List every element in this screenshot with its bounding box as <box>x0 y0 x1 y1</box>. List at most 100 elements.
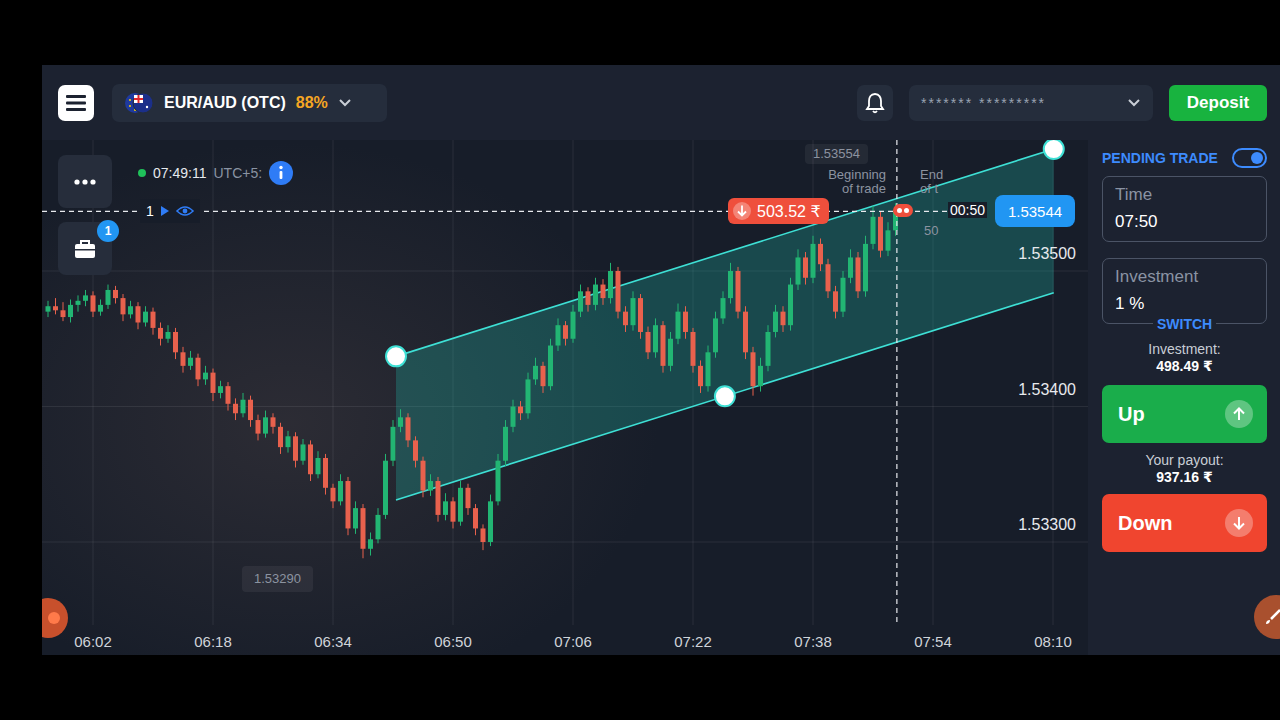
candle <box>473 504 478 535</box>
candle <box>878 211 883 257</box>
candle <box>308 440 313 481</box>
notifications-button[interactable] <box>857 85 893 121</box>
candle <box>556 318 561 351</box>
candle <box>458 481 463 526</box>
candle <box>233 398 238 420</box>
eye-icon[interactable] <box>176 205 194 217</box>
marker-dot <box>897 208 902 213</box>
candle <box>653 318 658 357</box>
candle <box>83 290 88 306</box>
trade-marker <box>893 204 913 217</box>
low-price-label: 1.53290 <box>242 566 313 592</box>
time-tick: 07:38 <box>785 633 841 650</box>
account-balance: ******* ********* <box>921 95 1046 111</box>
candle <box>571 305 576 343</box>
price-tick: 1.53500 <box>1018 245 1076 263</box>
candle <box>151 308 156 335</box>
investment-summary-label: Investment: <box>1102 341 1267 358</box>
time-field[interactable]: Time 07:50 <box>1102 176 1267 242</box>
menu-button[interactable] <box>58 85 94 121</box>
open-trades-button[interactable]: 1 <box>58 222 112 275</box>
asset-selector[interactable]: EUR/AUD (OTC) 88% <box>112 84 387 122</box>
left-letterbox <box>0 65 42 655</box>
candle <box>53 298 58 314</box>
record-icon <box>48 612 60 624</box>
candle <box>623 306 628 332</box>
candle <box>263 411 268 438</box>
account-selector[interactable]: ******* ********* <box>909 85 1153 121</box>
hover-price-label: 1.53554 <box>805 144 868 164</box>
down-label: Down <box>1118 512 1172 535</box>
candle <box>863 236 868 297</box>
candle <box>676 304 681 345</box>
candle <box>773 305 778 338</box>
grid-line <box>93 140 94 625</box>
trade-line-label[interactable]: 1 <box>140 199 200 223</box>
candle <box>181 347 186 373</box>
candle <box>518 401 523 420</box>
candle <box>203 366 208 385</box>
candle <box>98 299 103 315</box>
candle <box>758 358 763 392</box>
candle <box>533 358 538 385</box>
candle <box>593 278 598 311</box>
channel-handle[interactable] <box>1044 140 1064 159</box>
candle <box>353 501 358 534</box>
candle <box>331 484 336 508</box>
candle <box>488 495 493 546</box>
trade-end-seconds: 50 <box>924 224 938 238</box>
candle <box>293 432 298 467</box>
candle <box>68 299 73 322</box>
candle <box>443 493 448 520</box>
time-tick: 06:34 <box>305 633 361 650</box>
time-tick: 07:22 <box>665 633 721 650</box>
more-button[interactable] <box>58 155 112 208</box>
down-button[interactable]: Down <box>1102 494 1267 552</box>
clock-row: 07:49:11 UTC+5: <box>138 161 293 185</box>
trade-line-number: 1 <box>146 203 154 219</box>
candle <box>743 306 748 359</box>
chevron-down-icon <box>1127 98 1141 108</box>
channel-fill <box>396 149 1054 500</box>
candle <box>413 436 418 467</box>
candle <box>721 291 726 324</box>
candle <box>811 236 816 283</box>
candle <box>113 286 118 304</box>
investment-field[interactable]: Investment 1 % SWITCH <box>1102 258 1267 324</box>
trade-amount: 503.52 ₹ <box>757 202 821 221</box>
candle <box>166 325 171 343</box>
countdown: 00:50 <box>948 202 987 218</box>
candle <box>121 294 126 321</box>
candle <box>706 346 711 392</box>
chevron-down-icon <box>338 98 352 108</box>
pending-trade-label: PENDING TRADE <box>1102 150 1218 166</box>
candle <box>271 413 276 433</box>
drawing-tools-button[interactable] <box>1254 595 1280 639</box>
trading-app: EUR/AUD (OTC) 88% ******* ********* Depo… <box>42 65 1280 655</box>
channel-tool[interactable] <box>396 149 1054 500</box>
up-button[interactable]: Up <box>1102 385 1267 443</box>
candle <box>713 312 718 358</box>
time-tick: 06:18 <box>185 633 241 650</box>
pending-trade-toggle[interactable] <box>1232 148 1267 168</box>
investment-summary-value: 498.49 ₹ <box>1102 358 1267 375</box>
candle <box>91 291 96 317</box>
trade-badge[interactable]: 503.52 ₹ <box>728 198 829 224</box>
candle <box>391 420 396 466</box>
asset-name: EUR/AUD (OTC) <box>164 94 286 112</box>
candle <box>61 302 66 321</box>
channel-handle[interactable] <box>386 346 406 366</box>
chart-area[interactable]: 07:49:11 UTC+5: 1 06:0206:1806:3406:5007… <box>42 140 1088 655</box>
candle <box>466 484 471 515</box>
flag-icon <box>124 92 154 114</box>
time-label: Time <box>1115 185 1254 204</box>
candle <box>871 206 876 249</box>
candle <box>196 354 201 387</box>
switch-button[interactable]: SWITCH <box>1153 316 1216 332</box>
deposit-button[interactable]: Deposit <box>1169 85 1267 121</box>
candle <box>361 504 366 558</box>
candle <box>616 267 621 318</box>
info-icon[interactable] <box>269 161 293 185</box>
candle <box>346 477 351 535</box>
channel-handle[interactable] <box>715 386 735 406</box>
